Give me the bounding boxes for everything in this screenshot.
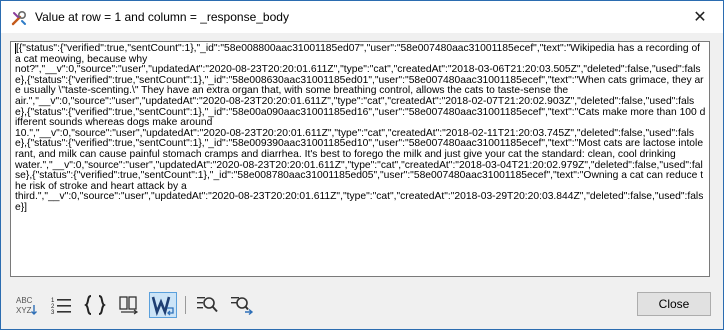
find-icon xyxy=(197,297,218,313)
close-button[interactable]: Close xyxy=(637,292,711,316)
value-text-area[interactable]: [{"status":{"verified":true,"sentCount":… xyxy=(10,41,710,277)
value-viewer-dialog: Value at row = 1 and column = _response_… xyxy=(0,0,724,330)
json-braces-icon xyxy=(84,295,106,315)
window-title: Value at row = 1 and column = _response_… xyxy=(35,10,289,24)
format-json-button[interactable] xyxy=(81,292,109,318)
find-next-button[interactable] xyxy=(228,292,256,318)
close-icon: ✕ xyxy=(693,9,707,26)
close-window-button[interactable]: ✕ xyxy=(677,1,723,33)
spellcheck-button[interactable]: ABC XYZ xyxy=(13,292,41,318)
column-view-icon xyxy=(119,296,139,315)
find-button[interactable] xyxy=(194,292,222,318)
toolbar-separator xyxy=(185,296,186,314)
spell-label-top: ABC xyxy=(16,296,33,305)
line-numbers-button[interactable]: 1 2 3 xyxy=(47,292,75,318)
editor-toolbar: ABC XYZ 1 2 3 xyxy=(13,292,262,318)
word-wrap-icon xyxy=(151,296,174,316)
title-bar[interactable]: Value at row = 1 and column = _response_… xyxy=(1,1,723,33)
numbered-list-icon: 1 2 3 xyxy=(51,298,71,315)
word-wrap-button[interactable] xyxy=(149,292,177,318)
column-view-button[interactable] xyxy=(115,292,143,318)
spell-label-bottom: XYZ xyxy=(16,306,32,315)
app-wrench-icon xyxy=(11,10,27,26)
spellcheck-abc-icon: ABC XYZ xyxy=(16,296,37,315)
find-next-icon xyxy=(231,297,254,316)
svg-text:3: 3 xyxy=(51,310,55,315)
